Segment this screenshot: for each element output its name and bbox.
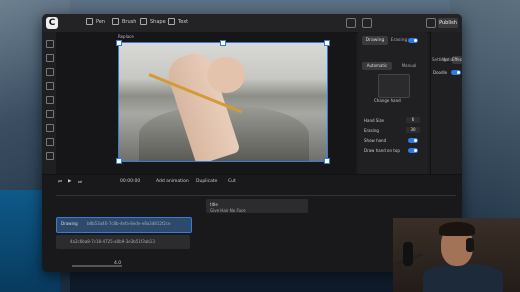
erasing-label: Erasing [364,128,379,133]
skip-back-icon[interactable]: ⏮ [58,179,62,185]
chart-icon[interactable] [46,124,54,132]
presenter-hair [439,222,475,236]
tab-automatic[interactable]: Automatic [362,62,392,70]
expand-icon[interactable] [46,82,54,90]
brush-tool-button[interactable]: Brush [112,18,136,25]
add-animation-button[interactable]: Add animation [156,179,189,184]
tab-erasing[interactable]: Erasing [388,36,410,45]
play-icon[interactable]: ▶ [68,179,71,184]
layers-icon[interactable] [46,40,54,48]
publish-button[interactable]: Publish [438,18,458,28]
resize-handle-tm[interactable] [220,40,226,46]
right-panel: Settings Motion Effects Doodle [430,32,462,192]
app-logo-icon: C [46,17,58,29]
change-hand-label: Change hand [374,98,401,103]
timecode: 00:00:00 [120,179,141,184]
drawing-hand [207,57,245,93]
drawing-clip[interactable]: Drawing b8b53a46-7c8b-4efa-8ede-e8a3d812… [56,217,192,233]
headphone [466,238,474,252]
timeline-clip[interactable]: 4a2c6ba8-7c18-4725-a0b9-3e3b51f3ab13 [56,235,190,249]
doodle-label: Doodle [433,70,448,75]
tab-motion[interactable]: Motion [442,56,456,64]
left-sidebar [42,32,57,192]
resize-handle-bl[interactable] [116,158,122,164]
cursor-icon[interactable] [346,18,356,28]
text-tool-button[interactable]: Text [168,18,188,25]
drawing-toggle[interactable] [408,38,418,43]
presenter-shirt [423,264,503,292]
pen-tool-button[interactable]: Pen [86,18,105,25]
hand-size-input[interactable]: 6 [406,117,420,123]
audio-icon[interactable] [46,110,54,118]
draw-hand-on-top-label: Draw hand on top [364,148,400,153]
microphone [403,242,413,266]
pen-icon [86,18,93,25]
shape-icon [140,18,147,25]
show-hand-label: Show hand [364,138,387,143]
erasing-input[interactable]: 30 [406,127,420,133]
hand-properties-panel: Drawing Erasing Automatic Manual Change … [358,32,428,192]
text-panel-icon[interactable] [46,68,54,76]
image-icon[interactable] [46,54,54,62]
duplicate-button[interactable]: Duplicate [196,179,217,184]
brush-icon [112,18,119,25]
shapes-icon[interactable] [46,96,54,104]
cut-button[interactable]: Cut [228,179,236,184]
toolbar: C Pen Brush Shape Text Publish [42,14,462,33]
draw-hand-on-top-toggle[interactable] [408,148,418,153]
video-frame[interactable] [118,42,328,162]
show-hand-toggle[interactable] [408,138,418,143]
tab-effects[interactable]: Effects [452,56,462,64]
resize-handle-br[interactable] [324,158,330,164]
tab-manual[interactable]: Manual [394,62,424,70]
timeline-ruler[interactable] [56,189,456,196]
doodle-toggle[interactable] [451,70,461,75]
grid-icon[interactable] [46,138,54,146]
timeline-clip[interactable]: title Give Hair No Face [206,199,308,213]
settings-icon[interactable] [46,152,54,160]
scene-label: Replace [118,34,134,39]
webcam-overlay [393,218,520,292]
resize-handle-tr[interactable] [324,40,330,46]
resize-handle-tl[interactable] [116,40,122,46]
hand-tool-icon[interactable] [362,18,372,28]
tab-settings[interactable]: Settings [432,56,448,64]
hand-thumbnail[interactable] [378,74,410,98]
tab-drawing[interactable]: Drawing [362,36,388,45]
share-icon[interactable] [426,18,436,28]
shape-tool-button[interactable]: Shape [140,18,166,25]
hand-size-label: Hand Size [364,118,385,123]
skip-forward-icon[interactable]: ⏭ [78,179,82,185]
zoom-value: 4.0 [114,261,122,266]
text-icon [168,18,175,25]
